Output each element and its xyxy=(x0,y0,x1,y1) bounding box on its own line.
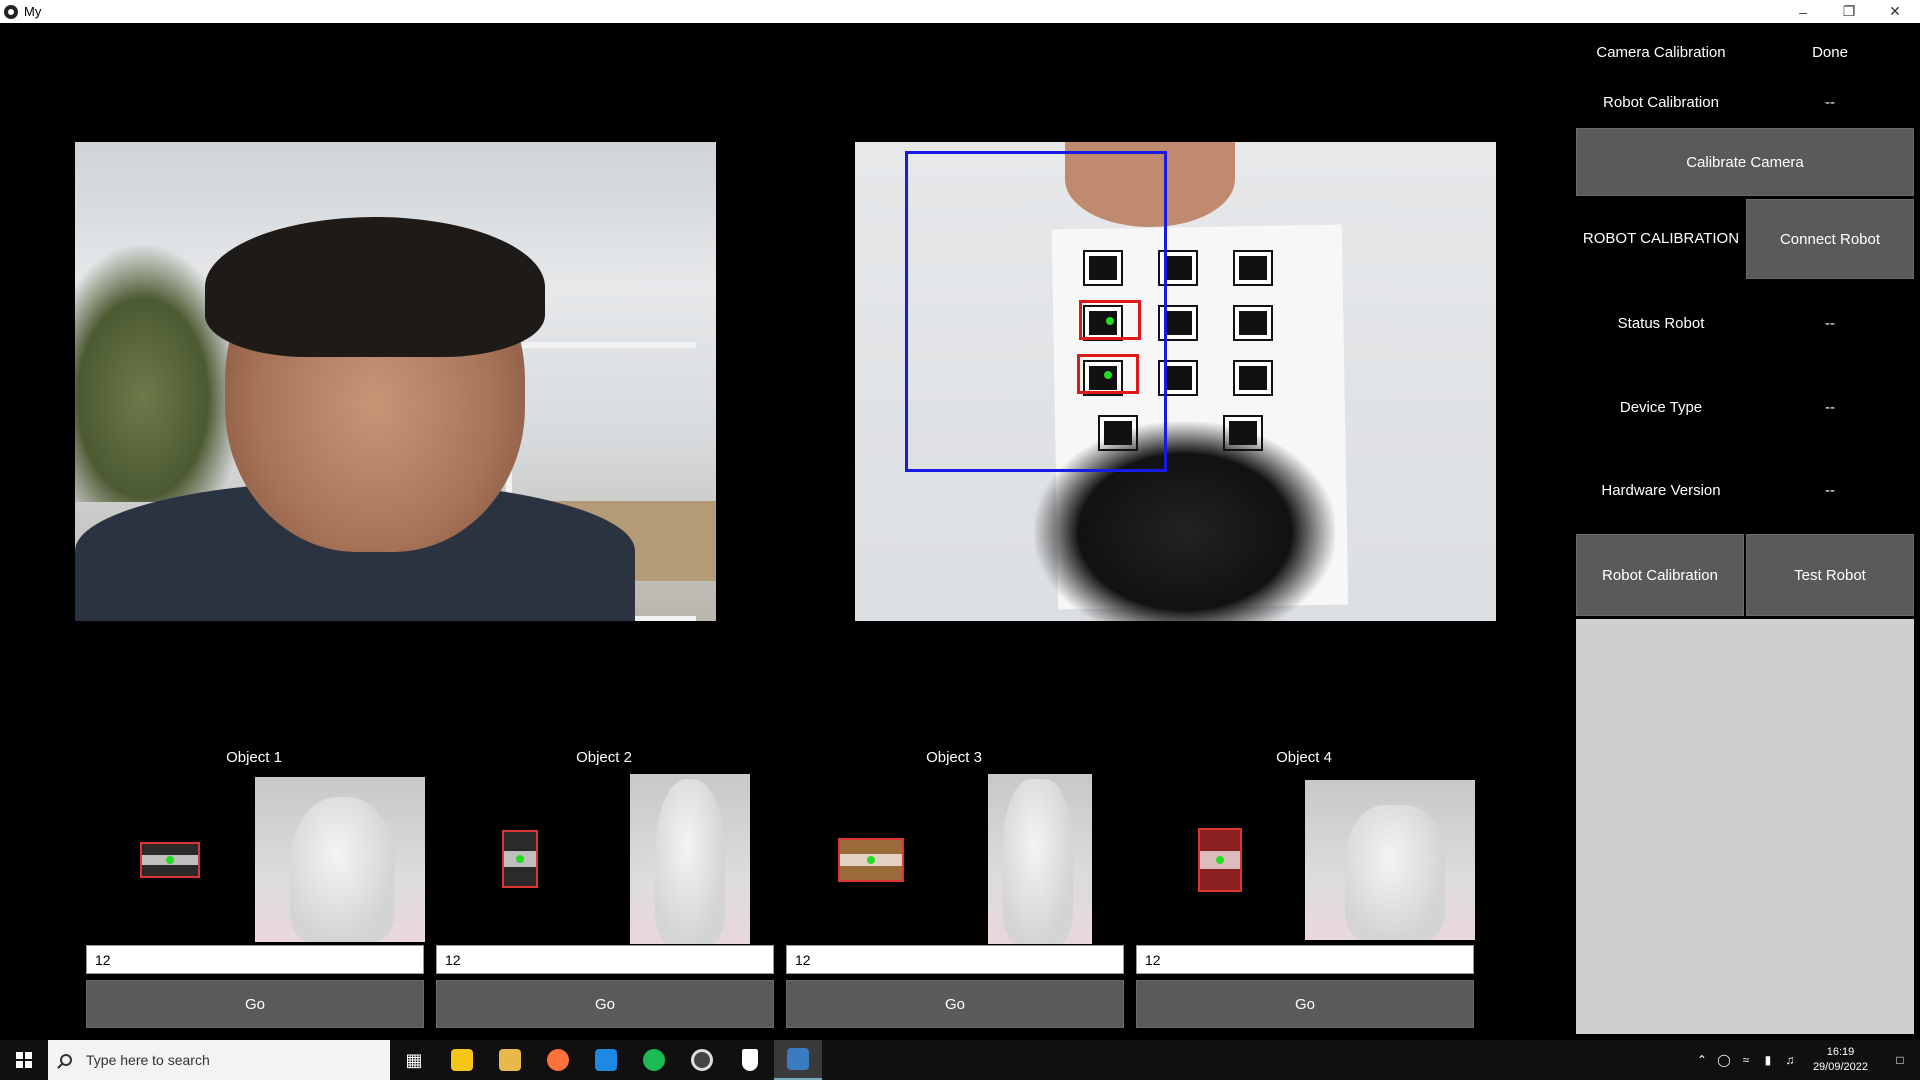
minimize-icon[interactable]: – xyxy=(1780,0,1826,23)
calibrate-camera-button[interactable]: Calibrate Camera xyxy=(1576,128,1914,196)
object-4-gesture-image xyxy=(1305,780,1475,940)
device-type-value: -- xyxy=(1825,399,1835,416)
object-2-gesture-image xyxy=(630,774,750,944)
hardware-version-value: -- xyxy=(1825,482,1835,499)
object-3-title: Object 3 xyxy=(926,749,982,766)
camera-calibration-value: Done xyxy=(1812,44,1848,61)
search-placeholder: Type here to search xyxy=(86,1052,210,1068)
object-3-go-button[interactable]: Go xyxy=(786,980,1124,1028)
object-2-thumbnail xyxy=(502,830,538,888)
python-icon[interactable] xyxy=(774,1040,822,1080)
chrome-icon[interactable] xyxy=(678,1040,726,1080)
status-robot-label: Status Robot xyxy=(1617,315,1705,332)
security-icon[interactable] xyxy=(726,1040,774,1080)
object-1-go-button[interactable]: Go xyxy=(86,980,424,1028)
battery-icon[interactable]: ▮ xyxy=(1757,1053,1779,1067)
sticky-notes-icon[interactable] xyxy=(438,1040,486,1080)
search-icon xyxy=(60,1054,72,1066)
taskbar-clock[interactable]: 16:19 29/09/2022 xyxy=(1801,1045,1880,1075)
file-explorer-icon[interactable] xyxy=(486,1040,534,1080)
object-4-input[interactable]: 12 xyxy=(1136,945,1474,974)
clock-date: 29/09/2022 xyxy=(1812,1061,1868,1073)
centroid-dot xyxy=(1104,371,1112,379)
person-hair xyxy=(205,217,545,357)
windows-start-icon[interactable] xyxy=(0,1040,48,1080)
object-3-thumbnail xyxy=(838,838,904,882)
hardware-version-label: Hardware Version xyxy=(1601,482,1721,499)
volume-icon[interactable]: ♫ xyxy=(1779,1053,1801,1067)
clock-time: 16:19 xyxy=(1826,1046,1855,1058)
object-4-title: Object 4 xyxy=(1276,749,1332,766)
window-title: My xyxy=(24,4,42,19)
chevron-up-icon[interactable]: ⌃ xyxy=(1691,1053,1713,1067)
app-icon xyxy=(4,4,18,19)
object-1-gesture-image xyxy=(255,777,425,942)
object-2-title: Object 2 xyxy=(576,749,632,766)
taskbar-search-box[interactable]: Type here to search xyxy=(48,1040,390,1080)
object-1-input[interactable]: 12 xyxy=(86,945,424,974)
meet-icon[interactable]: ◯ xyxy=(1713,1053,1735,1067)
object-4-thumbnail xyxy=(1198,828,1242,892)
robot-preview-area xyxy=(1576,619,1914,1034)
object-3-gesture-image xyxy=(988,774,1092,944)
aruco-marker xyxy=(1233,305,1273,341)
robot-calibration-label: Robot Calibration xyxy=(1603,94,1719,111)
robot-calibration-button[interactable]: Robot Calibration xyxy=(1576,534,1744,616)
device-type-label: Device Type xyxy=(1619,399,1703,416)
aruco-marker xyxy=(1233,360,1273,396)
object-4-go-button[interactable]: Go xyxy=(1136,980,1474,1028)
object-2-input[interactable]: 12 xyxy=(436,945,774,974)
restore-icon[interactable]: ❐ xyxy=(1826,0,1872,23)
close-icon[interactable]: ✕ xyxy=(1872,0,1918,23)
robot-calibration-value: -- xyxy=(1825,94,1835,111)
vscode-icon[interactable] xyxy=(582,1040,630,1080)
object-1-thumbnail xyxy=(140,842,200,878)
taskbar: Type here to search ▦ ⌃ ◯ ≈ ▮ ♫ 16:19 29… xyxy=(0,1040,1920,1080)
task-view-icon[interactable]: ▦ xyxy=(390,1040,438,1080)
wifi-icon[interactable]: ≈ xyxy=(1735,1053,1757,1067)
spotify-icon[interactable] xyxy=(630,1040,678,1080)
system-tray: ⌃ ◯ ≈ ▮ ♫ 16:19 29/09/2022 □ xyxy=(1691,1040,1920,1080)
notification-icon[interactable]: □ xyxy=(1880,1053,1920,1067)
firefox-icon[interactable] xyxy=(534,1040,582,1080)
connect-robot-button[interactable]: Connect Robot xyxy=(1746,199,1914,279)
test-robot-button[interactable]: Test Robot xyxy=(1746,534,1914,616)
robot-calibration-heading: ROBOT CALIBRATION xyxy=(1582,230,1740,247)
object-3-input[interactable]: 12 xyxy=(786,945,1124,974)
robot-workspace-view xyxy=(855,142,1496,621)
camera-calibration-label: Camera Calibration xyxy=(1596,44,1726,61)
status-robot-value: -- xyxy=(1825,315,1835,332)
title-bar: My – ❐ ✕ xyxy=(0,0,1920,23)
webcam-face-view xyxy=(75,142,716,621)
object-2-go-button[interactable]: Go xyxy=(436,980,774,1028)
detection-box xyxy=(1079,300,1141,340)
detection-box xyxy=(1077,354,1139,394)
centroid-dot xyxy=(1106,317,1114,325)
aruco-marker xyxy=(1233,250,1273,286)
object-1-title: Object 1 xyxy=(226,749,282,766)
